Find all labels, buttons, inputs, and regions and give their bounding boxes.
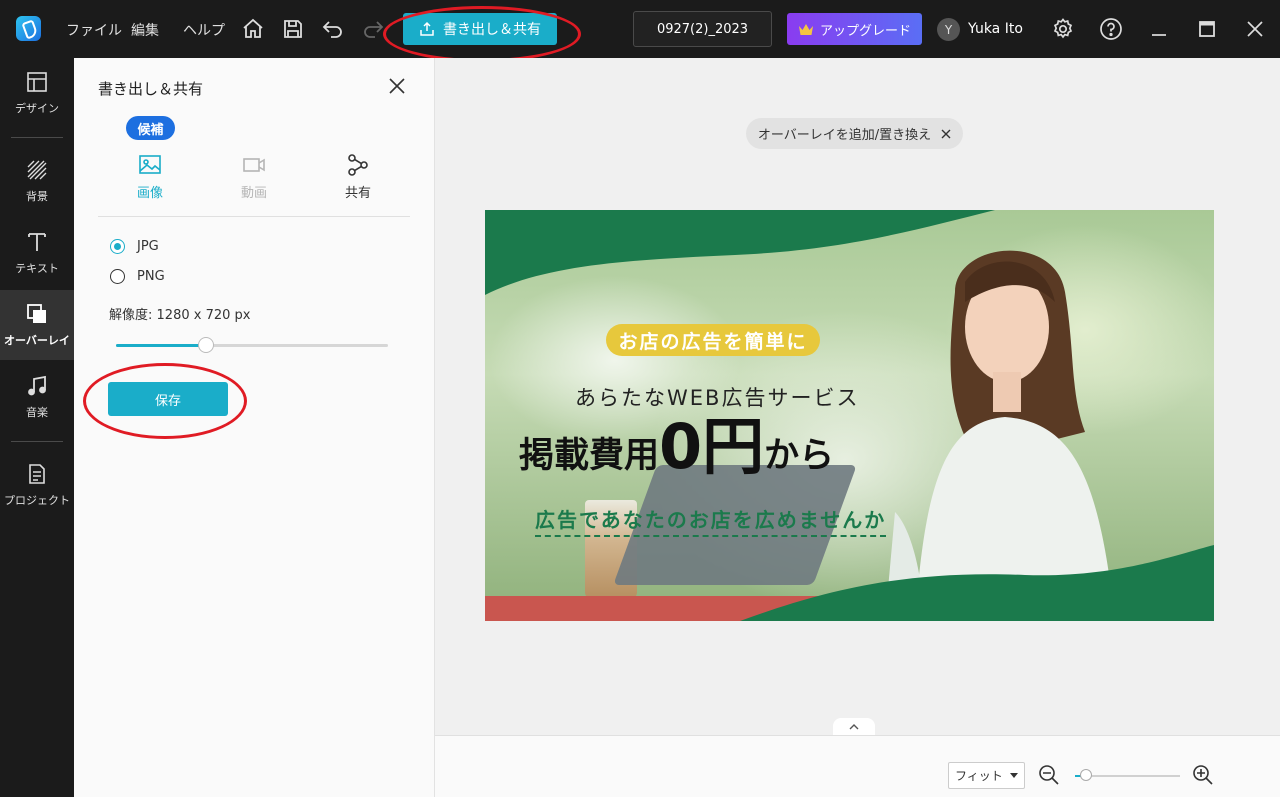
zoom-in-icon[interactable]: [1192, 764, 1214, 786]
text-icon: [28, 233, 46, 251]
music-icon: [28, 375, 46, 396]
rail-divider: [11, 441, 63, 442]
tab-label: 共有: [344, 186, 371, 201]
rail-item-label: デザイン: [15, 102, 59, 115]
overlay-icon: [27, 304, 46, 323]
close-icon[interactable]: [387, 76, 407, 96]
format-jpg-radio[interactable]: [110, 239, 125, 254]
resolution-slider-thumb[interactable]: [197, 337, 214, 353]
image-icon: [139, 155, 161, 174]
app-logo-icon: [16, 16, 41, 41]
save-button[interactable]: 保存: [108, 382, 228, 416]
project-name-field[interactable]: 0927(2)_2023: [633, 11, 772, 47]
overlay-chip[interactable]: オーバーレイを追加/置き換え: [746, 118, 963, 149]
banner-headline-2: 掲載費用 0円 から: [519, 416, 834, 478]
suggestion-badge: 候補: [126, 116, 175, 140]
zoom-fit-label: フィット: [955, 769, 1003, 783]
video-icon: [243, 158, 265, 172]
resolution-label: 解像度:: [109, 308, 153, 323]
left-rail: デザイン 背景 テキスト オーバーレイ 音楽 プロジェクト: [0, 58, 74, 797]
export-share-button[interactable]: 書き出し＆共有: [403, 13, 557, 45]
avatar[interactable]: Y: [937, 18, 960, 41]
gear-icon[interactable]: [1051, 17, 1075, 41]
resolution-value: 1280 x 720 px: [156, 308, 251, 323]
rail-item-label: プロジェクト: [4, 494, 70, 507]
document-icon: [29, 464, 45, 484]
rail-item-design[interactable]: デザイン: [0, 58, 74, 128]
export-share-label: 書き出し＆共有: [443, 22, 541, 38]
close-window-icon[interactable]: [1243, 17, 1267, 41]
collapse-panel-toggle[interactable]: [833, 718, 875, 735]
share-icon: [348, 154, 368, 176]
menu-file[interactable]: ファイル: [66, 20, 122, 40]
banner-preview[interactable]: お店の広告を簡単に あらたなWEB広告サービス 掲載費用 0円 から 広告であな…: [485, 210, 1214, 621]
rail-item-label: 背景: [26, 190, 48, 203]
menu-help[interactable]: ヘルプ: [183, 20, 225, 40]
banner-headline-2c: から: [764, 436, 835, 476]
rail-item-overlay[interactable]: オーバーレイ: [0, 290, 74, 360]
close-icon[interactable]: [941, 129, 951, 139]
export-panel: 書き出し＆共有 候補 画像 動画 共有 JPG PNG 解像度: 1280 x …: [74, 58, 435, 797]
format-jpg-label: JPG: [137, 239, 159, 254]
overlay-chip-label: オーバーレイを追加/置き換え: [757, 128, 932, 143]
help-icon[interactable]: [1099, 17, 1123, 41]
tab-share[interactable]: 共有: [323, 154, 393, 201]
upload-icon: [420, 21, 434, 36]
banner-headline-1: あらたなWEB広告サービス: [575, 386, 860, 410]
format-jpg-option[interactable]: JPG: [110, 239, 159, 254]
rail-item-label: 音楽: [26, 406, 48, 419]
format-png-radio[interactable]: [110, 269, 125, 284]
caret-down-icon: [1010, 773, 1018, 778]
rail-item-label: テキスト: [15, 262, 59, 275]
resolution-readout: 解像度: 1280 x 720 px: [109, 304, 250, 323]
rail-divider: [11, 137, 63, 138]
banner-headline-2a: 掲載費用: [519, 436, 660, 476]
title-bar: ファイル 編集 ヘルプ 書き出し＆共有 0927(2)_2023 アップグレード…: [0, 0, 1280, 58]
banner-tagline: お店の広告を簡単に: [606, 324, 820, 356]
rail-item-music[interactable]: 音楽: [0, 362, 74, 432]
redo-icon[interactable]: [361, 17, 385, 41]
undo-icon[interactable]: [321, 17, 345, 41]
zoom-slider[interactable]: [1075, 769, 1180, 781]
layout-icon: [27, 72, 47, 92]
zoom-slider-thumb[interactable]: [1079, 769, 1092, 781]
tab-video[interactable]: 動画: [219, 154, 289, 201]
upgrade-label: アップグレード: [819, 23, 911, 39]
rail-item-label: オーバーレイ: [4, 334, 70, 347]
format-png-label: PNG: [137, 269, 165, 284]
format-png-option[interactable]: PNG: [110, 269, 165, 284]
home-icon[interactable]: [241, 17, 265, 41]
banner-headline-2b: 0円: [659, 410, 765, 483]
resolution-slider-fill: [116, 344, 206, 347]
save-disk-icon[interactable]: [281, 17, 305, 41]
tab-image[interactable]: 画像: [115, 154, 185, 201]
crown-icon: [798, 23, 813, 35]
maximize-icon[interactable]: [1195, 17, 1219, 41]
rail-item-project[interactable]: プロジェクト: [0, 450, 74, 520]
canvas-area: オーバーレイを追加/置き換え お店の広告を簡単に あらたなWEB広告サービス 掲…: [435, 58, 1280, 735]
zoom-out-icon[interactable]: [1038, 764, 1060, 786]
rail-item-background[interactable]: 背景: [0, 146, 74, 216]
tab-label: 画像: [136, 186, 163, 201]
menu-edit[interactable]: 編集: [131, 20, 159, 40]
tab-label: 動画: [240, 186, 267, 201]
rail-item-text[interactable]: テキスト: [0, 218, 74, 288]
tab-divider: [98, 216, 410, 217]
upgrade-button[interactable]: アップグレード: [787, 13, 922, 45]
panel-title: 書き出し＆共有: [98, 80, 204, 98]
zoom-fit-select[interactable]: フィット: [948, 762, 1025, 789]
bottom-bar: フィット: [435, 735, 1280, 797]
hatch-icon: [27, 160, 47, 180]
resolution-slider[interactable]: [116, 337, 388, 353]
banner-headline-3: 広告であなたのお店を広めませんか: [535, 504, 887, 537]
user-name[interactable]: Yuka Ito: [968, 21, 1023, 37]
minimize-icon[interactable]: [1147, 17, 1171, 41]
chevron-up-icon: [849, 723, 859, 729]
